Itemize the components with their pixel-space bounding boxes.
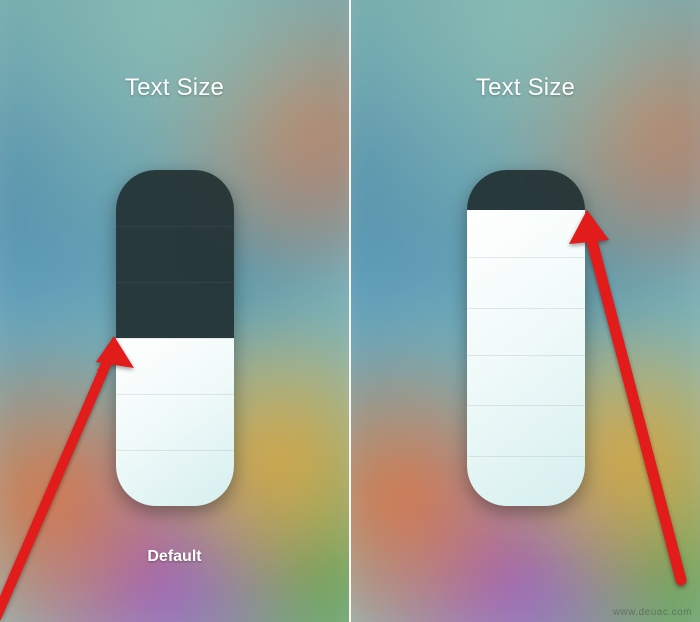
page-title: Text Size — [0, 74, 349, 102]
text-size-slider[interactable] — [467, 170, 585, 506]
watermark: www.deuac.com — [613, 607, 692, 618]
right-panel: Text Size — [351, 0, 700, 622]
status-label: Default — [0, 548, 349, 566]
left-panel: Text Size Default — [0, 0, 351, 622]
page-title: Text Size — [351, 74, 700, 102]
panel-row: Text Size Default Text Size — [0, 0, 700, 622]
slider-fill — [116, 338, 234, 506]
slider-fill — [467, 210, 585, 506]
text-size-slider[interactable] — [116, 170, 234, 506]
